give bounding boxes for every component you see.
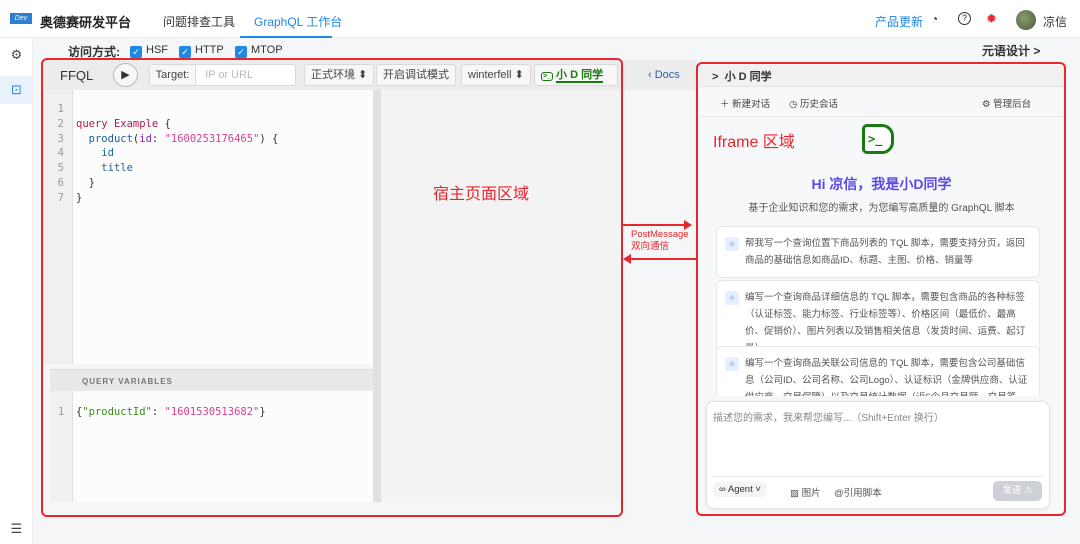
- bug-icon[interactable]: ✹: [986, 11, 997, 27]
- checkbox-icon[interactable]: ✓: [235, 46, 247, 58]
- arrow-left: [630, 258, 697, 260]
- sidebar: ⚙ ⊡ ☰: [0, 38, 33, 544]
- chevron-right-icon: >: [1033, 44, 1041, 58]
- arrow-left-head-icon: [623, 254, 631, 264]
- arrow-right: [623, 224, 689, 226]
- http-label: HTTP: [195, 44, 224, 56]
- docs-button[interactable]: ‹ Docs: [648, 69, 680, 81]
- nav-active-indicator: [240, 36, 332, 38]
- user-name: 凉信: [1043, 15, 1068, 29]
- top-bar: Dev 奥德赛研发平台 问题排查工具 GraphQL 工作台 产品更新 ◔ ? …: [0, 0, 1080, 38]
- settings-icon[interactable]: ⚙: [6, 44, 27, 65]
- host-area-annotation: [41, 58, 623, 517]
- product-update-link[interactable]: 产品更新: [875, 13, 923, 30]
- hsf-label: HSF: [146, 44, 168, 56]
- access-hsf[interactable]: ✓ HSF: [130, 44, 168, 58]
- mtop-label: MTOP: [251, 44, 283, 56]
- access-http[interactable]: ✓ HTTP: [179, 44, 224, 58]
- checkbox-icon[interactable]: ✓: [130, 46, 142, 58]
- avatar[interactable]: [1016, 10, 1036, 30]
- brand-title: 奥德赛研发平台: [40, 15, 132, 30]
- access-mtop[interactable]: ✓ MTOP: [235, 44, 283, 58]
- checkbox-icon[interactable]: ✓: [179, 46, 191, 58]
- collapse-menu-icon[interactable]: ☰: [6, 518, 27, 539]
- dashboard-icon[interactable]: ◔: [931, 12, 938, 26]
- nav-graphql[interactable]: GraphQL 工作台: [254, 13, 342, 30]
- terminal-icon[interactable]: ⊡: [0, 76, 33, 104]
- postmessage-label: PostMessage 双向通信: [631, 229, 689, 252]
- yuanyu-label: 元语设计: [982, 44, 1031, 58]
- nav-troubleshoot[interactable]: 问题排查工具: [163, 13, 235, 30]
- iframe-area-annotation: [696, 62, 1066, 516]
- yuanyu-design-link[interactable]: 元语设计 >: [982, 42, 1040, 59]
- help-icon[interactable]: ?: [958, 12, 971, 25]
- dev-logo: Dev: [10, 13, 32, 24]
